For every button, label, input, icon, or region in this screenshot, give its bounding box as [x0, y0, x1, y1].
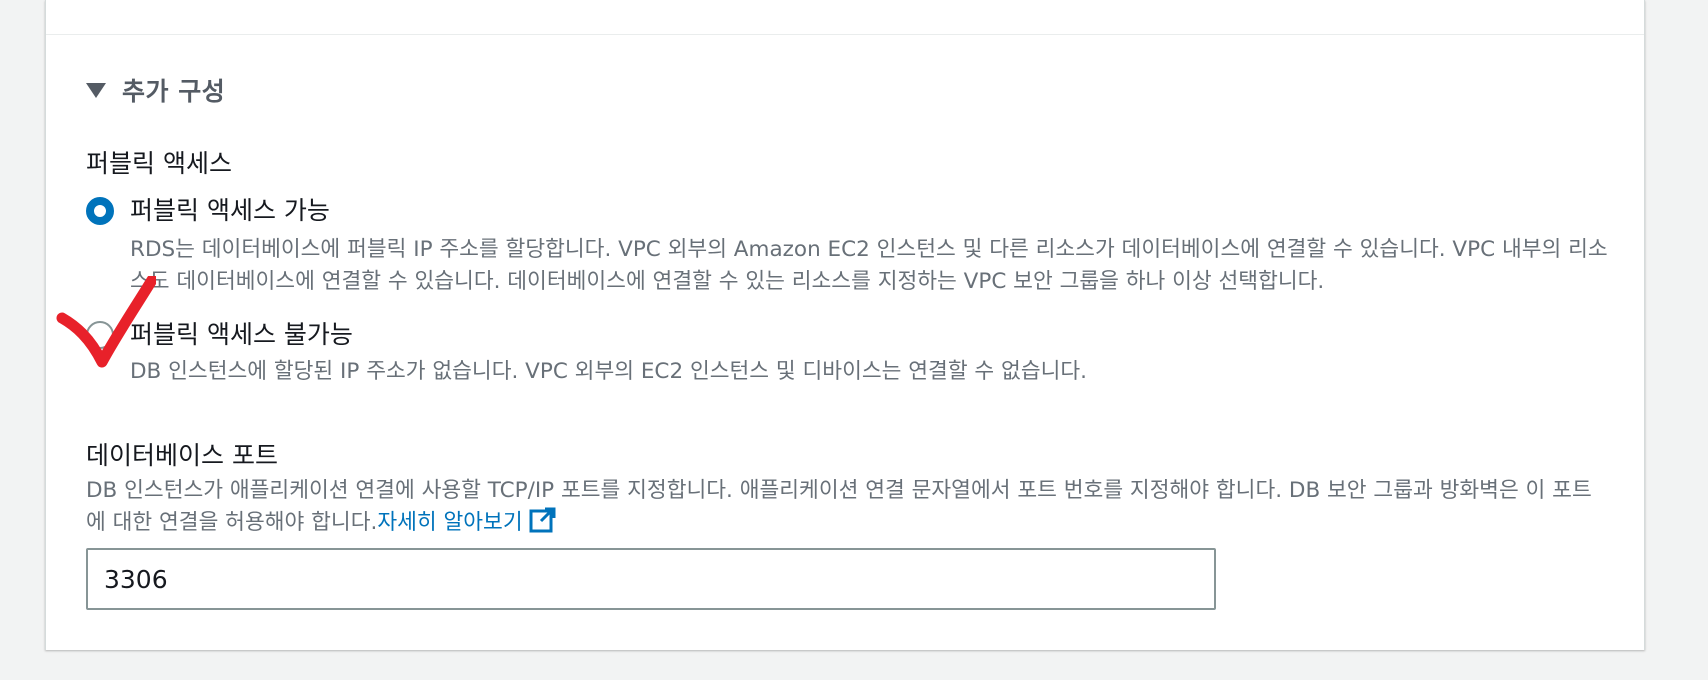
section-title: 추가 구성 [122, 77, 226, 106]
database-port-description: DB 인스턴스가 애플리케이션 연결에 사용할 TCP/IP 포트를 지정합니다… [86, 475, 1606, 543]
divider [46, 34, 1644, 35]
additional-config-toggle[interactable]: 추가 구성 [86, 72, 225, 108]
database-port-description-text: DB 인스턴스가 애플리케이션 연결에 사용할 TCP/IP 포트를 지정합니다… [86, 478, 1592, 535]
radio-label-public-yes: 퍼블릭 액세스 가능 [130, 196, 330, 225]
radio-label-public-no: 퍼블릭 액세스 불가능 [130, 320, 353, 349]
database-port-label: 데이터베이스 포트 [86, 441, 278, 470]
external-link-icon [529, 507, 557, 543]
database-port-input[interactable] [86, 548, 1216, 610]
learn-more-link[interactable]: 자세히 알아보기 [377, 507, 556, 535]
public-access-label: 퍼블릭 액세스 [86, 149, 232, 178]
radio-public-no[interactable] [86, 321, 114, 349]
radio-description-public-no: DB 인스턴스에 할당된 IP 주소가 없습니다. VPC 외부의 EC2 인스… [130, 359, 1088, 384]
radio-public-yes[interactable] [86, 197, 114, 225]
radio-option-public-no[interactable]: 퍼블릭 액세스 불가능 DB 인스턴스에 할당된 IP 주소가 없습니다. VP… [86, 320, 1610, 388]
learn-more-label: 자세히 알아보기 [377, 510, 523, 535]
additional-config-card: 추가 구성 퍼블릭 액세스 퍼블릭 액세스 가능 RDS는 데이터베이스에 퍼블… [45, 0, 1645, 650]
radio-option-public-yes[interactable]: 퍼블릭 액세스 가능 RDS는 데이터베이스에 퍼블릭 IP 주소를 할당합니다… [86, 196, 1610, 298]
radio-description-public-yes: RDS는 데이터베이스에 퍼블릭 IP 주소를 할당합니다. VPC 외부의 A… [130, 237, 1608, 294]
caret-down-icon [86, 82, 106, 98]
